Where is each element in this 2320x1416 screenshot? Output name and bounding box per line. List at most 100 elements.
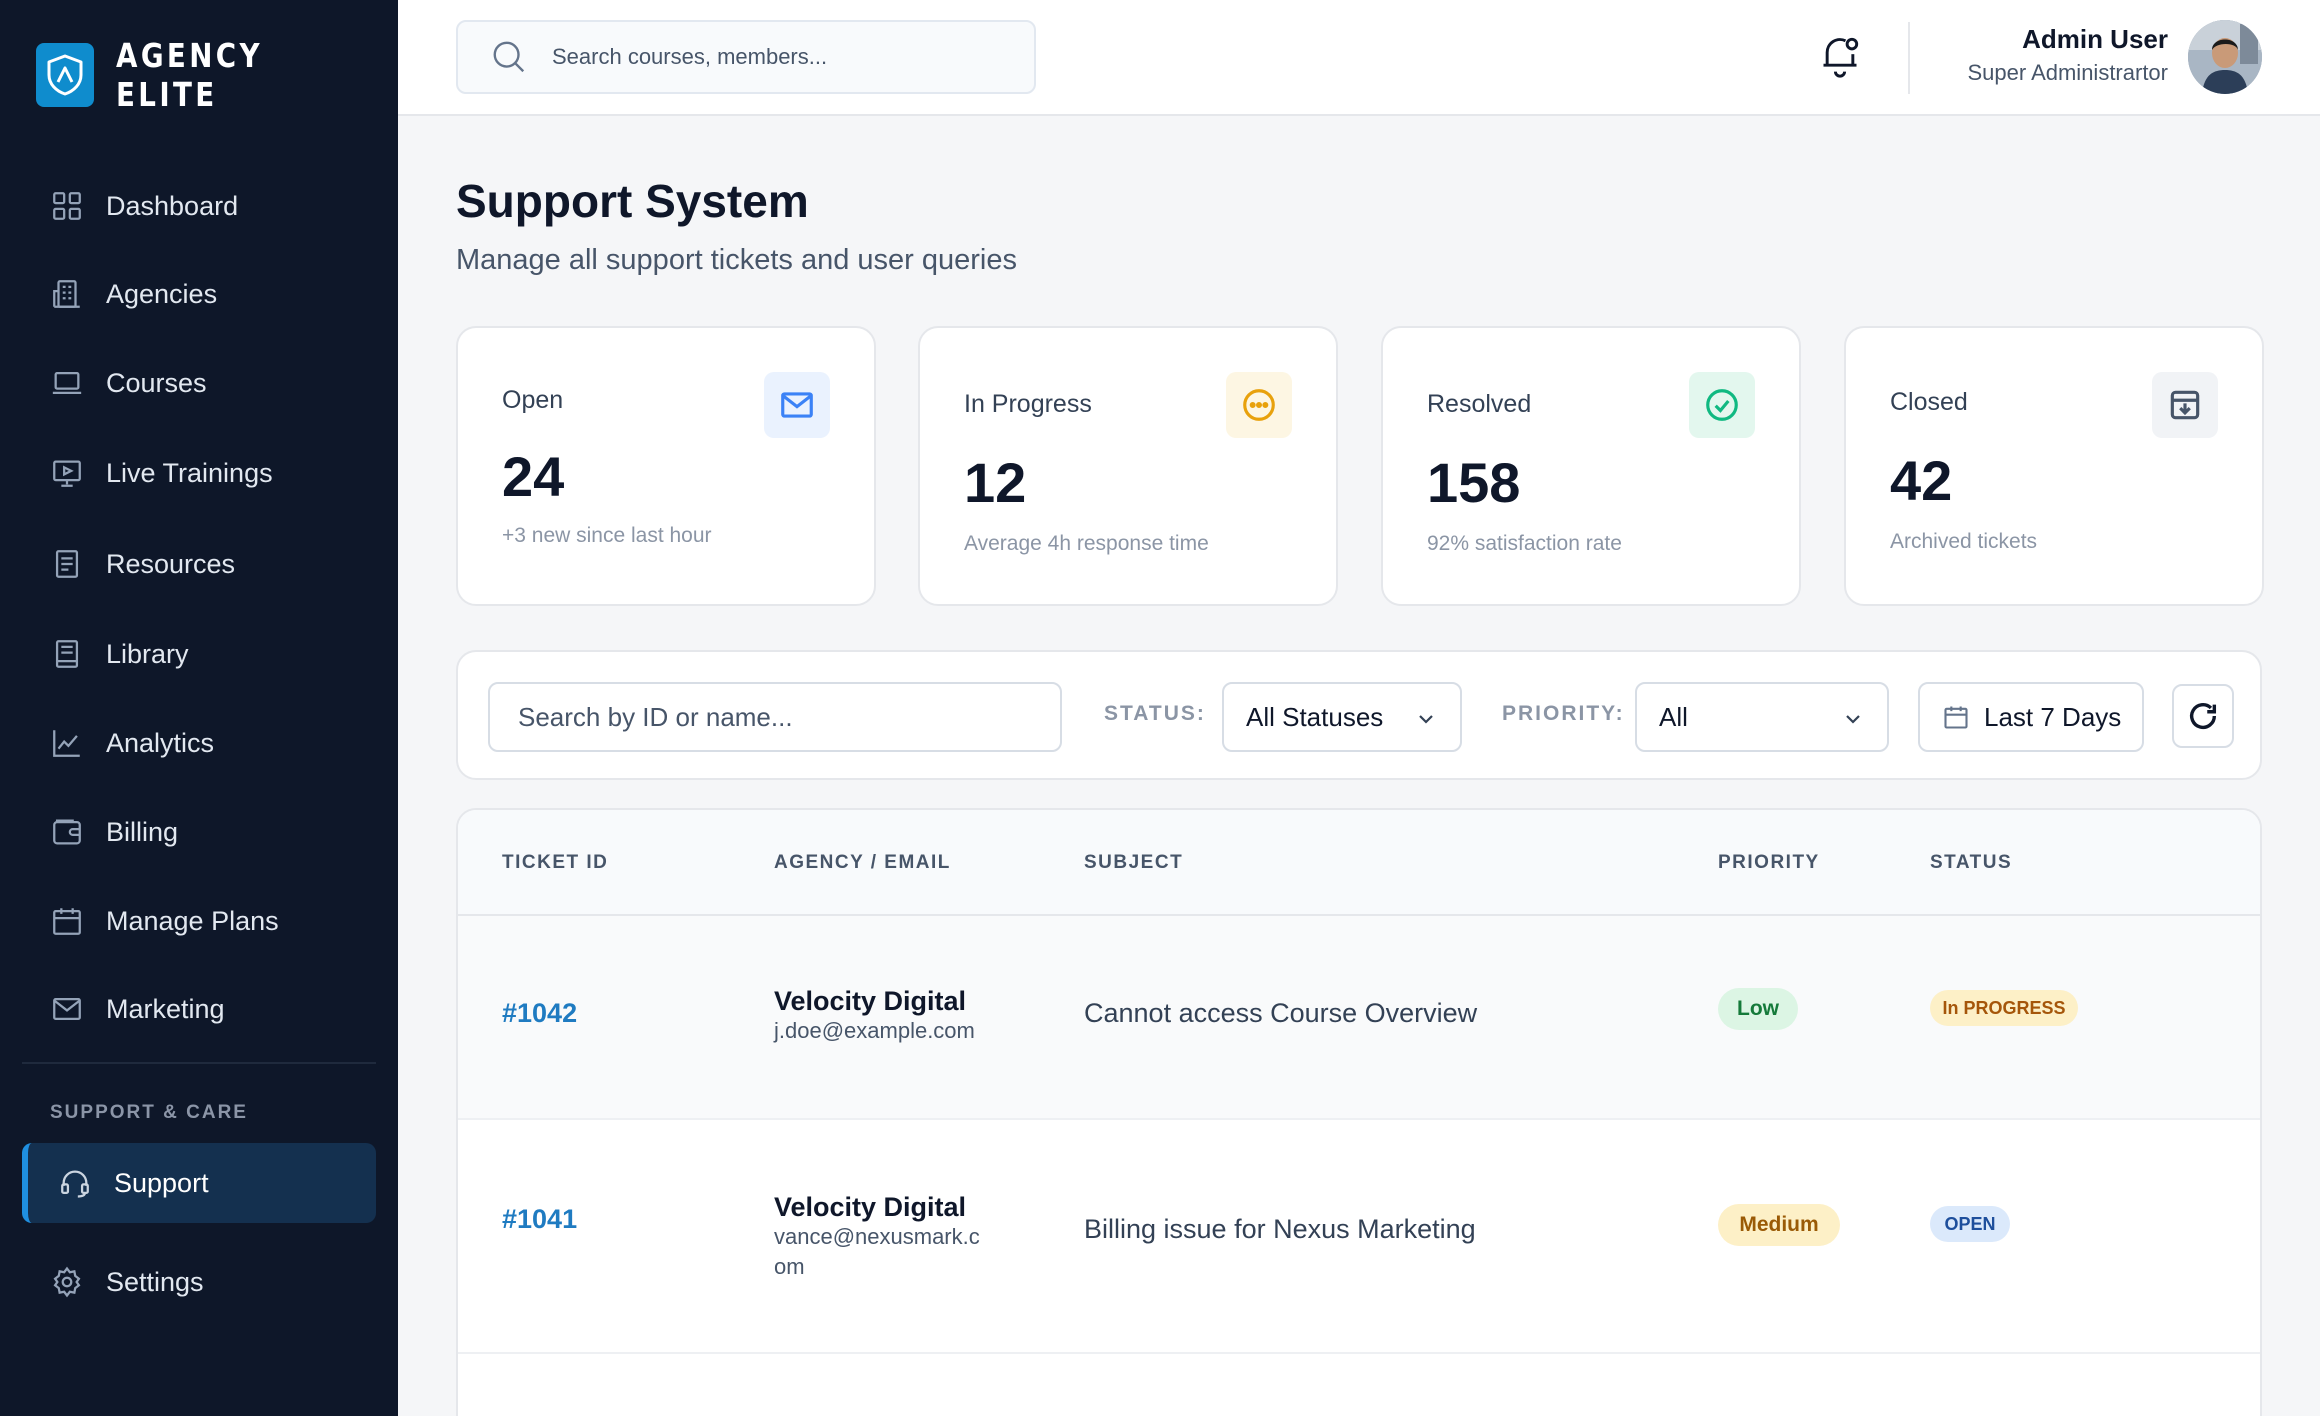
status-badge: OPEN: [1930, 1206, 2010, 1242]
avatar[interactable]: [2188, 20, 2262, 94]
sidebar-item-label: Resources: [106, 548, 236, 579]
calendar-icon: [1944, 706, 1968, 729]
sidebar-item-settings[interactable]: Settings: [22, 1242, 376, 1322]
stat-card-in-progress: In Progress 12 Average 4h response time: [918, 326, 1338, 606]
stat-note: Average 4h response time: [964, 532, 1209, 555]
global-search-input[interactable]: [552, 44, 992, 70]
sidebar-item-label: Analytics: [106, 727, 215, 758]
column-header: AGENCY / EMAIL: [774, 852, 951, 873]
sidebar-section-label: SUPPORT & CARE: [50, 1102, 248, 1123]
stat-icon-box: [1226, 372, 1292, 438]
ticket-subject: Billing issue for Nexus Marketing: [1084, 1214, 1476, 1244]
refresh-button[interactable]: [2172, 684, 2234, 748]
sidebar-item-label: Library: [106, 638, 189, 669]
priority-select[interactable]: All: [1635, 682, 1889, 752]
header-divider: [1908, 22, 1910, 94]
page-subtitle: Manage all support tickets and user quer…: [456, 244, 1017, 276]
sidebar-item-label: Settings: [106, 1266, 204, 1297]
brand[interactable]: AGENCY ELITE: [36, 36, 398, 114]
stat-value: 158: [1427, 451, 1521, 514]
sidebar-item-agencies[interactable]: Agencies: [22, 254, 376, 334]
column-header: STATUS: [1930, 852, 2013, 873]
sidebar-item-label: Support: [114, 1167, 209, 1198]
sidebar-item-live-trainings[interactable]: Live Trainings: [22, 433, 376, 513]
stat-value: 24: [502, 445, 565, 508]
notification-bell-icon[interactable]: [1818, 32, 1862, 80]
chevron-down-icon: [1419, 715, 1433, 724]
monitor-play-icon: [53, 460, 81, 487]
status-select[interactable]: All Statuses: [1222, 682, 1462, 752]
filter-bar: STATUS: All Statuses PRIORITY: All Last …: [456, 650, 2262, 780]
stat-card-resolved: Resolved 158 92% satisfaction rate: [1381, 326, 1801, 606]
stat-value: 12: [964, 451, 1027, 514]
book-icon: [55, 640, 79, 668]
sidebar-item-marketing[interactable]: Marketing: [22, 969, 376, 1049]
stat-note: Archived tickets: [1890, 530, 2038, 553]
building-icon: [53, 280, 80, 308]
sidebar-item-resources[interactable]: Resources: [22, 524, 376, 604]
user-role: Super Administrartor: [1967, 60, 2168, 85]
wallet-icon: [53, 819, 81, 845]
stat-card-open: Open 24 +3 new since last hour: [456, 326, 876, 606]
table-row[interactable]: #1042 Velocity Digital j.doe@example.com…: [458, 916, 2260, 1120]
check-circle-icon: [1706, 389, 1738, 421]
sidebar-item-billing[interactable]: Billing: [22, 792, 376, 872]
sidebar-item-label: Live Trainings: [106, 457, 273, 488]
sidebar-item-dashboard[interactable]: Dashboard: [22, 166, 376, 246]
sidebar-item-label: Agencies: [106, 278, 218, 309]
ticket-search-input[interactable]: [488, 682, 1062, 752]
table-header: TICKET ID AGENCY / EMAIL SUBJECT PRIORIT…: [458, 810, 2260, 916]
chevron-down-icon: [1846, 715, 1860, 724]
calendar-icon: [53, 908, 81, 935]
sidebar-item-support[interactable]: Support: [22, 1143, 376, 1223]
sidebar-item-manage-plans[interactable]: Manage Plans: [22, 881, 376, 961]
stat-note: 92% satisfaction rate: [1427, 532, 1622, 555]
sidebar-item-label: Marketing: [106, 993, 225, 1024]
dots-circle-icon: [1243, 389, 1275, 421]
tickets-table: TICKET ID AGENCY / EMAIL SUBJECT PRIORIT…: [456, 808, 2262, 1416]
agency-email: j.doe@example.com: [774, 1018, 975, 1043]
stat-value: 42: [1890, 449, 1953, 512]
line-chart-icon: [53, 730, 80, 757]
sidebar-item-library[interactable]: Library: [22, 614, 376, 694]
sidebar-item-label: Courses: [106, 367, 207, 398]
priority-select-value: All: [1659, 701, 1688, 732]
mail-icon: [53, 997, 81, 1021]
global-search[interactable]: [456, 20, 1036, 94]
sidebar-item-label: Manage Plans: [106, 905, 279, 936]
brand-logo-icon: [36, 43, 94, 107]
stat-label: Open: [502, 386, 564, 414]
refresh-icon: [2189, 703, 2217, 729]
headset-icon: [61, 1170, 89, 1198]
sidebar-item-courses[interactable]: Courses: [22, 343, 376, 423]
archive-icon: [2170, 390, 2200, 420]
column-header: SUBJECT: [1084, 852, 1184, 873]
column-header: TICKET ID: [502, 852, 609, 873]
date-range-button[interactable]: Last 7 Days: [1918, 682, 2144, 752]
sidebar-item-label: Dashboard: [106, 190, 239, 221]
stat-note: +3 new since last hour: [502, 524, 712, 547]
date-range-value: Last 7 Days: [1984, 701, 2122, 732]
stat-label: Resolved: [1427, 390, 1532, 418]
sidebar-divider: [22, 1062, 376, 1064]
ticket-id-link[interactable]: #1042: [502, 998, 577, 1029]
brand-name: AGENCY ELITE: [115, 36, 263, 114]
stat-label: In Progress: [964, 390, 1092, 418]
stat-icon-box: [2152, 372, 2218, 438]
priority-badge: Medium: [1718, 1204, 1840, 1246]
sidebar: AGENCY ELITE Dashboard Agencies Courses …: [0, 0, 398, 1416]
ticket-subject: Cannot access Course Overview: [1084, 998, 1478, 1028]
ticket-id-link[interactable]: #1041: [502, 1204, 577, 1235]
agency-email: vance@nexusmark.com: [774, 1224, 980, 1279]
user-name: Admin User: [2022, 24, 2168, 54]
status-select-value: All Statuses: [1246, 701, 1384, 732]
agency-name: Velocity Digital: [774, 986, 967, 1016]
status-filter-label: STATUS:: [1104, 702, 1206, 725]
stat-icon-box: [1689, 372, 1755, 438]
sidebar-item-analytics[interactable]: Analytics: [22, 703, 376, 783]
sidebar-item-label: Billing: [106, 816, 179, 847]
table-row[interactable]: #1041 Velocity Digital vance@nexusmark.c…: [458, 1120, 2260, 1354]
priority-badge: Low: [1718, 988, 1798, 1030]
column-header: PRIORITY: [1718, 852, 1820, 873]
stat-label: Closed: [1890, 388, 1968, 416]
